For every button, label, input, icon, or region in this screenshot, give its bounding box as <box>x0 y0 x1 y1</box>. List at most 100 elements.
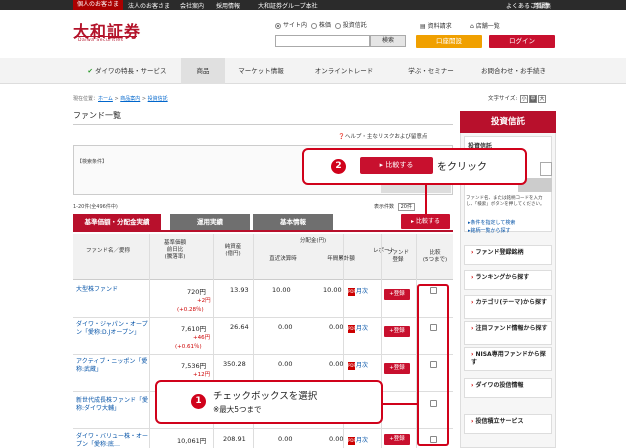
open-account-button[interactable]: 口座開設 <box>416 35 482 48</box>
sidebar-item-label: 投信積立サービス <box>475 418 524 425</box>
monthly-report-label: 月次 <box>356 325 369 332</box>
monthly-report-link[interactable]: PDF月次 <box>348 435 368 445</box>
font-size-large[interactable]: 大 <box>537 95 546 103</box>
monthly-report-link[interactable]: PDF月次 <box>348 360 368 370</box>
sidebar-item-savings[interactable]: › 投信積立サービス <box>464 414 552 434</box>
sidebar-search-input[interactable] <box>540 162 552 176</box>
topbar-link-glossary[interactable]: 用語集 <box>533 1 551 10</box>
search-input[interactable] <box>275 35 370 47</box>
header-distribution: 分配金(円) <box>299 238 327 244</box>
logo-subtitle: Daiwa Securities <box>78 38 124 43</box>
nav-item-learn[interactable]: 学ぶ・セミナー <box>391 58 471 84</box>
help-link[interactable]: ❓ヘルプ・主なリスクおよび留意点 <box>338 132 427 140</box>
tab-performance[interactable]: 運用実績 <box>170 214 250 230</box>
sidebar-link-list[interactable]: ▸銘柄一覧から探す <box>468 227 511 234</box>
radio-stock[interactable] <box>310 22 317 29</box>
nav-change-pct: (+0.28％) <box>177 307 204 313</box>
sidebar-item-featured[interactable]: › 注目ファンド情報から探す <box>464 321 552 345</box>
register-fund-button[interactable]: +登録 <box>384 326 410 337</box>
checkbox-highlight-frame <box>417 284 449 446</box>
arrow-icon: › <box>471 274 474 281</box>
sidebar-link-list-label: 銘柄一覧から探す <box>470 228 511 234</box>
nav-item-market[interactable]: マーケット情報 <box>225 58 297 84</box>
dist-year: 0.00 <box>329 360 344 368</box>
register-fund-button[interactable]: +登録 <box>384 363 410 374</box>
sidebar-item-category[interactable]: › カテゴリ(テーマ)から探す <box>464 295 552 319</box>
fund-name-link[interactable]: ダイワ・バリュー株・オープン「愛称:底… <box>76 433 152 448</box>
nav-item-online-trade[interactable]: オンライントレード <box>297 58 391 84</box>
help-link-label: ヘルプ・主なリスクおよび留意点 <box>344 134 428 140</box>
tab-basic-info[interactable]: 基本情報 <box>253 214 333 230</box>
compare-button-label: 比較する <box>415 218 440 225</box>
radio-site-label: サイト内 <box>283 22 308 29</box>
search-condition-label: 【検索条件】 <box>77 159 108 165</box>
per-page-label: 表示件数 <box>374 204 395 210</box>
sidebar-note: ファンド名、または銘柄コードを入力し、「検索」ボタンを押してください。 <box>466 196 545 207</box>
register-fund-button[interactable]: +登録 <box>384 289 410 300</box>
tab-nav-distribution[interactable]: 基準価額・分配金実績 <box>73 214 161 230</box>
per-page-select[interactable]: 表示件数 20件 <box>372 203 415 211</box>
compare-button[interactable]: ▸ 比較する <box>401 214 450 229</box>
dist-year: 0.00 <box>329 435 344 443</box>
monthly-report-link[interactable]: PDF月次 <box>348 286 368 296</box>
nav-item-contact[interactable]: お問合わせ・お手続き <box>471 58 556 84</box>
register-fund-button[interactable]: +登録 <box>384 434 410 445</box>
nav-item-products[interactable]: 商品 <box>181 58 225 84</box>
dist-year: 10.00 <box>323 286 342 294</box>
nav-value: 7,610円 <box>181 325 207 333</box>
store-list-link[interactable]: ⌂ 店舗一覧 <box>470 21 500 30</box>
monthly-report-link[interactable]: PDF月次 <box>348 323 368 333</box>
callout-step-2-text: をクリック <box>437 162 487 173</box>
header-register: ファンド 登録 <box>386 250 409 264</box>
sidebar-item-daiwa-info[interactable]: › ダイワの投信情報 <box>464 378 552 398</box>
topbar-link-group[interactable]: 大和証券グループ本社 <box>258 1 318 10</box>
topbar-link-recruit[interactable]: 採用情報 <box>216 1 240 10</box>
sidebar-item-registered[interactable]: › ファンド登録銘柄 <box>464 245 552 265</box>
sidebar-item-label: カテゴリ(テーマ)から探す <box>475 299 547 306</box>
step-number-1: 1 <box>191 394 206 409</box>
dist-recent: 0.00 <box>278 323 293 331</box>
result-count: 1-20件(全496件中) <box>73 204 118 210</box>
radio-site[interactable] <box>275 22 281 29</box>
global-nav: ✔ ダイワの特長・サービス 商品 マーケット情報 オンライントレード 学ぶ・セミ… <box>0 58 626 84</box>
nav-item-features[interactable]: ✔ ダイワの特長・サービス <box>73 58 181 84</box>
arrow-icon: › <box>471 325 474 332</box>
fund-name-link[interactable]: ダイワ・ジャパン・オープン「愛称:D.Jオープン」 <box>76 321 150 337</box>
arrow-icon: › <box>471 418 474 425</box>
document-icon: ▤ <box>420 23 426 30</box>
dist-recent: 0.00 <box>278 360 293 368</box>
sidebar-item-nisa[interactable]: › NISA専用ファンドから探す <box>464 347 552 371</box>
nav-change: +12円 <box>193 372 211 378</box>
breadcrumb-products[interactable]: 商品案内 <box>120 96 140 102</box>
radio-fund[interactable] <box>334 22 341 29</box>
question-icon: ❓ <box>338 134 345 140</box>
breadcrumb-funds[interactable]: 投資信託 <box>148 96 168 102</box>
font-size-small[interactable]: 小 <box>519 95 528 103</box>
monthly-report-label: 月次 <box>356 288 369 295</box>
nav-value: 10,061円 <box>177 437 207 445</box>
fund-name-link[interactable]: 大型株ファンド <box>76 286 148 294</box>
login-button[interactable]: ログイン <box>489 35 555 48</box>
font-size-medium[interactable]: 中 <box>528 95 537 103</box>
sidebar-item-ranking[interactable]: › ランキングから探す <box>464 270 552 290</box>
sidebar-link-condition[interactable]: ▸条件を指定して検索 <box>468 219 515 226</box>
top-utility-bar: 個人のお客さま 法人のお客さま 会社案内 採用情報 大和証券グループ本社 よくあ… <box>0 0 626 10</box>
nav-item-features-label: ダイワの特長・サービス <box>95 67 167 75</box>
pdf-icon: PDF <box>348 437 356 445</box>
header-dist-year: 年間累計額 <box>327 256 355 262</box>
breadcrumb: 現在位置：ホーム > 商品案内 > 投資信託 <box>73 96 168 102</box>
sidebar-item-label: ランキングから探す <box>475 274 530 281</box>
sidebar-item-label: 注目ファンド情報から探す <box>475 325 548 332</box>
fund-name-link[interactable]: 新世代成長株ファンド「愛称:ダイワ大輔」 <box>76 397 150 413</box>
net-assets: 13.93 <box>230 286 249 294</box>
fund-name-link[interactable]: アクティブ・ニッポン「愛称:武蔵」 <box>76 358 150 374</box>
breadcrumb-home[interactable]: ホーム <box>98 96 113 102</box>
search-button[interactable]: 検索 <box>370 35 406 47</box>
net-assets: 26.64 <box>230 323 249 331</box>
nav-change: +46円 <box>193 335 211 341</box>
topbar-link-company[interactable]: 会社案内 <box>180 1 204 10</box>
request-docs-link[interactable]: ▤ 資料請求 <box>420 21 452 30</box>
per-page-value[interactable]: 20件 <box>397 203 415 211</box>
topbar-link-corporate[interactable]: 法人のお客さま <box>128 1 170 10</box>
topbar-link-personal[interactable]: 個人のお客さま <box>73 0 124 10</box>
